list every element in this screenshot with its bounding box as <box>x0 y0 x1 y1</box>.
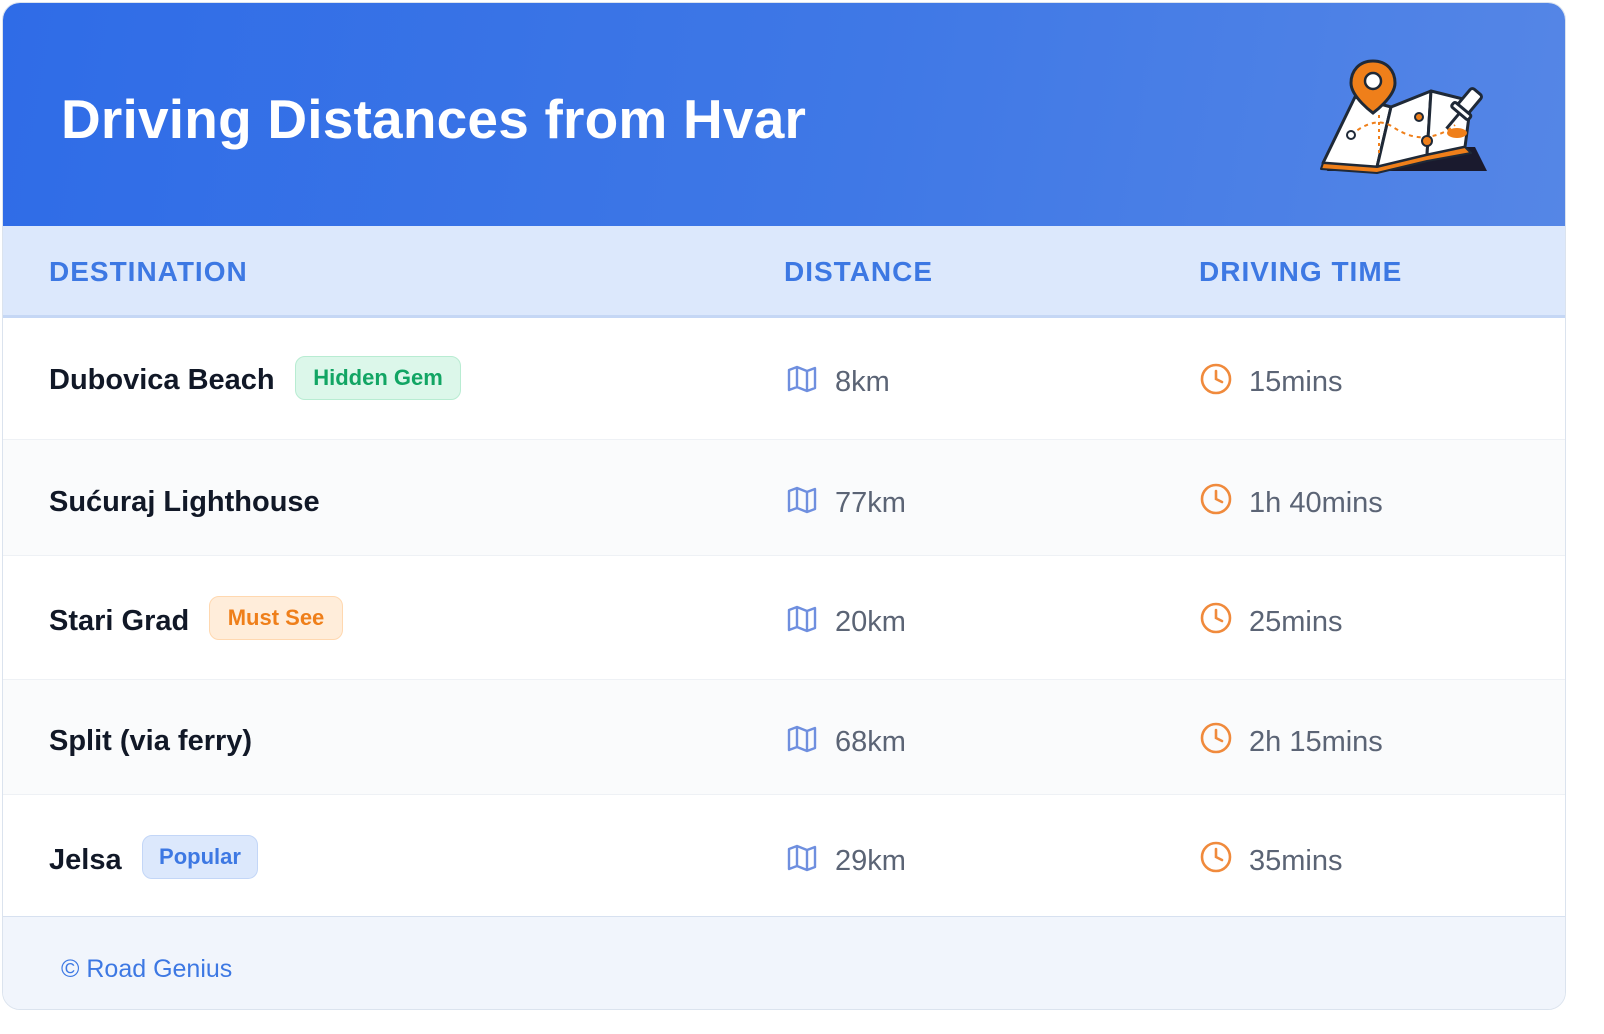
footer-credit[interactable]: © Road Genius <box>61 955 232 984</box>
map-icon <box>787 365 817 393</box>
time-value: 1h 40mins <box>1249 487 1383 519</box>
time-value: 15mins <box>1249 366 1343 398</box>
destination-name: Dubovica Beach <box>49 364 275 396</box>
table-row: Sućuraj Lighthouse 77km 1h 40mins <box>3 440 1565 556</box>
distance-value: 68km <box>835 726 906 758</box>
time-value: 25mins <box>1249 606 1343 638</box>
table-row: Stari Grad Must See 20km 25mins <box>3 556 1565 680</box>
distance-table-card: Driving Distances from Hvar DESTINATION … <box>2 2 1566 1010</box>
clock-icon <box>1200 363 1232 395</box>
destination-name: Stari Grad <box>49 605 190 637</box>
footer: © Road Genius <box>3 916 1565 1009</box>
map-icon <box>787 725 817 753</box>
status-badge: Must See <box>209 596 343 640</box>
map-icon <box>787 605 817 633</box>
page-title: Driving Distances from Hvar <box>61 88 807 150</box>
distance-value: 20km <box>835 606 906 638</box>
time-value: 2h 15mins <box>1249 726 1383 758</box>
clock-icon <box>1200 483 1232 515</box>
column-header-distance: DISTANCE <box>784 256 934 287</box>
destination-name: Split (via ferry) <box>49 725 253 757</box>
status-badge: Popular <box>142 835 258 879</box>
column-header-driving-time: DRIVING TIME <box>1199 256 1403 287</box>
distance-value: 8km <box>835 366 890 398</box>
table-row: Dubovica Beach Hidden Gem 8km 15mins <box>3 318 1565 440</box>
clock-icon <box>1200 841 1232 873</box>
table-header: DESTINATION DISTANCE DRIVING TIME <box>3 226 1565 318</box>
destination-name: Sućuraj Lighthouse <box>49 486 320 518</box>
table-row: Split (via ferry) 68km 2h 15mins <box>3 680 1565 795</box>
clock-icon <box>1200 602 1232 634</box>
distance-value: 77km <box>835 487 906 519</box>
column-header-destination: DESTINATION <box>49 256 248 287</box>
status-badge: Hidden Gem <box>295 356 461 400</box>
map-icon <box>787 486 817 514</box>
distance-value: 29km <box>835 845 906 877</box>
destination-name: Jelsa <box>49 844 122 876</box>
clock-icon <box>1200 722 1232 754</box>
map-with-pins-icon <box>1320 59 1487 174</box>
map-icon <box>787 844 817 872</box>
header-banner: Driving Distances from Hvar <box>3 3 1565 226</box>
table-row: Jelsa Popular 29km 35mins <box>3 795 1565 916</box>
time-value: 35mins <box>1249 845 1343 877</box>
